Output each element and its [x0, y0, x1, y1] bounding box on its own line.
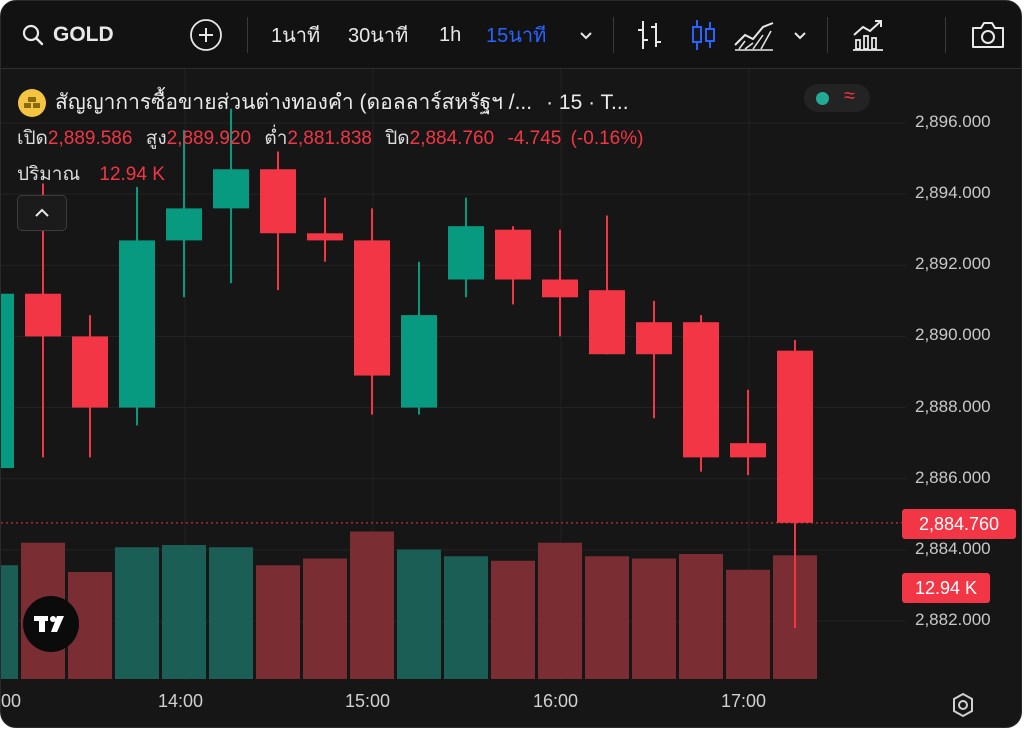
volume-bar: [350, 531, 394, 679]
time-label: 16:00: [533, 691, 579, 711]
symbol-interval: · 15 · T...: [546, 90, 629, 114]
top-toolbar: GOLD 1นาที 30นาที 1h 15นาที: [1, 1, 1021, 69]
tradingview-logo-icon: [34, 616, 64, 632]
price-label: 2,884.000: [915, 538, 991, 558]
volume-bar: [162, 545, 206, 679]
candle-body: [119, 240, 155, 408]
interval-1min[interactable]: 1นาที: [271, 1, 320, 69]
candle-body: [1, 293, 14, 469]
candle-body: [72, 336, 108, 408]
symbol-title: สัญญาการซื้อขายส่วนต่างทองคำ (ดอลลาร์สหร…: [55, 91, 533, 114]
volume-bar: [632, 558, 676, 679]
candle-body: [354, 240, 390, 376]
indicators-icon: [853, 20, 883, 51]
indicators-button[interactable]: [851, 1, 885, 69]
candle-body: [495, 229, 531, 280]
time-label: 17:00: [721, 691, 767, 711]
price-label: 2,896.000: [915, 112, 991, 131]
time-label: 15:00: [345, 691, 391, 711]
chevron-up-icon: [35, 208, 49, 217]
open-value: 2,889.586: [47, 128, 133, 149]
search-icon: [22, 24, 44, 46]
time-label: 00: [1, 691, 22, 711]
bar-chart-icon: [638, 21, 661, 49]
gold-bars-icon: [18, 88, 46, 117]
volume-bar: [444, 556, 488, 679]
add-symbol-button[interactable]: [189, 1, 223, 69]
price-label: 2,882.000: [915, 610, 991, 629]
volume-bar: [1, 565, 18, 679]
add-symbol-icon: [190, 19, 222, 51]
price-label: 2,892.000: [915, 254, 991, 274]
interval-30min[interactable]: 30นาที: [348, 1, 408, 69]
candle-body: [166, 208, 202, 241]
chart-type-dropdown[interactable]: [791, 1, 809, 69]
candle-body: [307, 233, 343, 241]
volume-bar: [397, 549, 441, 679]
camera-icon: [972, 22, 1004, 48]
volume-badge: 12.94 K: [902, 573, 990, 603]
time-label: 14:00: [158, 691, 204, 711]
price-label: 2,894.000: [915, 183, 991, 203]
price-label: 2,886.000: [915, 467, 991, 487]
symbol-legend[interactable]: สัญญาการซื้อขายส่วนต่างทองคำ (ดอลลาร์สหร…: [17, 86, 629, 119]
chart-settings-button[interactable]: [949, 691, 977, 724]
symbol-label: GOLD: [53, 23, 114, 46]
chart-widget: GOLD 1นาที 30นาที 1h 15นาที สัญญาการซื้อ…: [0, 0, 1022, 728]
market-open-dot: [816, 92, 829, 105]
last-price-badge: 2,884.760: [902, 509, 1016, 539]
volume-legend: ปริมาณ 12.94 K: [17, 164, 165, 185]
bar-chart-button[interactable]: [635, 1, 665, 69]
volume-bar: [726, 569, 770, 679]
candle-body: [260, 169, 296, 234]
high-value: 2,889.920: [166, 128, 252, 149]
collapse-legend-button[interactable]: [17, 195, 67, 231]
candle-body: [730, 443, 766, 458]
candles-icon: [692, 20, 715, 50]
snapshot-button[interactable]: [969, 1, 1007, 69]
delayed-data-icon: ≈: [844, 85, 855, 107]
area-chart-button[interactable]: [733, 1, 775, 69]
candles-button[interactable]: [689, 1, 719, 69]
candle-body: [589, 290, 625, 355]
close-value: 2,884.760: [409, 128, 495, 149]
interval-1h[interactable]: 1h: [439, 1, 461, 69]
price-label: 2,890.000: [915, 325, 991, 345]
candle-body: [448, 226, 484, 280]
change-percent: (-0.16%): [570, 128, 644, 149]
change-value: -4.745: [507, 128, 562, 149]
candle-body: [542, 279, 578, 298]
volume-bar: [585, 556, 629, 679]
interval-15min[interactable]: 15นาที: [486, 1, 546, 69]
interval-dropdown[interactable]: [577, 1, 595, 69]
price-label: 2,888.000: [915, 396, 991, 416]
symbol-search[interactable]: GOLD: [21, 1, 114, 69]
chevron-down-icon: [580, 32, 592, 40]
area-chart-icon: [734, 22, 774, 51]
candle-body: [636, 322, 672, 355]
volume-bar: [256, 565, 300, 679]
chevron-down-icon: [794, 32, 806, 40]
candle-body: [777, 350, 813, 523]
volume-value: 12.94 K: [99, 164, 165, 185]
candle-body: [213, 169, 249, 209]
settings-icon: [953, 692, 973, 718]
ohlc-values: เปิด2,889.586 สูง2,889.920 ต่ำ2,881.838 …: [17, 128, 644, 149]
volume-bar: [679, 554, 723, 679]
volume-bar: [209, 547, 253, 679]
low-value: 2,881.838: [287, 128, 372, 149]
volume-bar: [115, 547, 159, 679]
volume-bar: [491, 560, 535, 679]
market-status[interactable]: ≈: [804, 84, 870, 112]
candle-body: [683, 322, 719, 458]
volume-bar: [538, 542, 582, 679]
candle-body: [401, 315, 437, 408]
volume-bar: [303, 558, 347, 679]
tradingview-logo[interactable]: [23, 596, 79, 652]
candle-body: [25, 293, 61, 337]
